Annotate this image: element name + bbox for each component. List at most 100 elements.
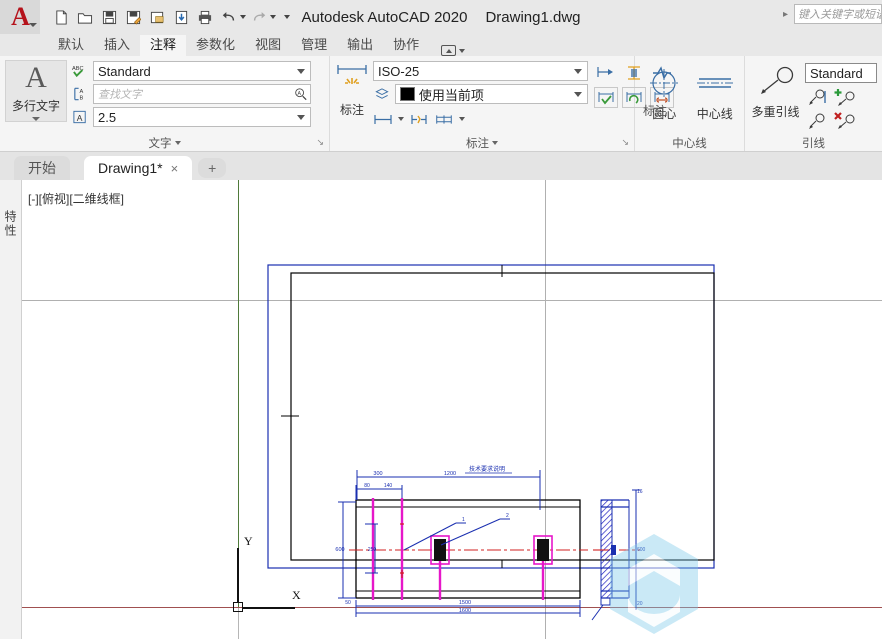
ucs-x-axis — [243, 607, 295, 609]
ribbon-tab-default[interactable]: 默认 — [48, 35, 94, 56]
dimension-style-value: ISO-25 — [378, 63, 420, 79]
export-icon[interactable] — [146, 6, 168, 28]
dimension-icon — [335, 62, 369, 97]
panel-leader: 多重引线 Standard 引线 — [745, 56, 882, 151]
add-leader-icon[interactable] — [805, 87, 829, 108]
quick-access-toolbar — [40, 6, 290, 28]
ribbon-tab-collaborate[interactable]: 协作 — [383, 35, 429, 56]
undo-icon[interactable] — [218, 6, 240, 28]
ucs-y-axis — [237, 548, 239, 603]
properties-palette-strip[interactable] — [0, 180, 22, 639]
redo-icon[interactable] — [248, 6, 270, 28]
panel-launcher-icon[interactable]: ↘ — [316, 137, 324, 148]
dimension-button[interactable]: 标注 — [335, 60, 369, 118]
app-title-text: Autodesk AutoCAD 2020 — [301, 8, 468, 26]
title-bar: A Autodesk AutoCAD 2020 Drawing1.dwg ▸ 键… — [0, 0, 882, 34]
save-icon[interactable] — [98, 6, 120, 28]
open-file-icon[interactable] — [74, 6, 96, 28]
cad-drawing[interactable]: 300 1200 80 140 技术要求说明 600 250 1 2 1500 … — [0, 180, 882, 639]
dimension-break-icon[interactable] — [409, 110, 429, 128]
multiline-text-button[interactable]: A 多行文字 — [5, 60, 67, 122]
text-height-combo[interactable]: 2.5 — [93, 107, 311, 127]
new-file-tab-button[interactable]: + — [198, 158, 227, 178]
svg-text:技术要求说明: 技术要求说明 — [469, 465, 505, 473]
ribbon-tab-output[interactable]: 输出 — [337, 35, 383, 56]
search-icon: A — [295, 88, 307, 101]
dimension-label: 标注 — [339, 103, 364, 117]
text-height-value: 2.5 — [98, 109, 117, 125]
chevron-down-icon[interactable] — [32, 117, 40, 121]
file-tab-drawing1[interactable]: Drawing1* × — [84, 156, 193, 180]
ucs-origin-square — [233, 602, 243, 612]
ribbon-tab-annotate[interactable]: 注释 — [140, 35, 187, 56]
find-text-input[interactable]: 查找文字 A — [93, 84, 311, 104]
multileader-button[interactable]: 多重引线 — [750, 62, 801, 120]
multiline-text-label: 多行文字 — [11, 99, 60, 113]
dimension-jog-line-icon[interactable] — [594, 62, 618, 83]
dimension-layer-combo[interactable]: 使用当前项 — [394, 84, 588, 104]
cloud-save-icon[interactable] — [170, 6, 192, 28]
panel-text: A 多行文字 ABC Standard A B 查找文字 A A 2.5 文字 … — [0, 56, 330, 151]
chevron-down-icon — [174, 140, 181, 145]
panel-title-text[interactable]: 文字 ↘ — [0, 134, 329, 151]
svg-text:B: B — [79, 96, 83, 102]
chevron-down-icon[interactable] — [398, 117, 404, 121]
panel-title-dimension[interactable]: 标注 ↘ — [330, 134, 634, 151]
dimension-style-combo[interactable]: ISO-25 — [373, 61, 588, 81]
ribbon-tab-insert[interactable]: 插入 — [94, 35, 140, 56]
svg-text:140: 140 — [384, 483, 393, 489]
svg-text:A: A — [79, 89, 83, 95]
text-a-icon: A — [25, 61, 47, 94]
find-text-icon: AB — [71, 85, 89, 103]
leader-style-combo[interactable]: Standard — [805, 63, 877, 83]
panel-text-label: 文字 — [148, 137, 172, 150]
chevron-down-icon[interactable] — [459, 117, 465, 121]
search-input[interactable]: 键入关键字或短语 — [794, 4, 882, 24]
svg-text:1: 1 — [462, 517, 465, 523]
redo-dropdown-icon[interactable] — [270, 15, 276, 19]
centerline-button[interactable]: 中心线 — [691, 64, 740, 122]
ribbon-tab-view[interactable]: 视图 — [245, 35, 291, 56]
search-expand-icon[interactable]: ▸ — [783, 9, 788, 20]
autocad-logo-icon: A — [11, 2, 30, 31]
panel-launcher-icon[interactable]: ↘ — [621, 137, 629, 148]
delete-leader-icon[interactable] — [833, 110, 857, 131]
text-style-combo[interactable]: Standard — [93, 61, 311, 81]
ribbon-tab-bar: 默认 插入 注释 参数化 视图 管理 输出 协作 — [0, 34, 882, 56]
svg-text:1500: 1500 — [459, 600, 471, 606]
add-leader-plus-icon[interactable] — [833, 87, 857, 108]
centerline-icon — [696, 68, 734, 103]
undo-dropdown-icon[interactable] — [240, 15, 246, 19]
ribbon-tab-parametric[interactable]: 参数化 — [186, 35, 245, 56]
properties-palette-label[interactable]: 特性 — [3, 210, 19, 238]
svg-text:80: 80 — [364, 483, 370, 489]
file-tab-start-label: 开始 — [28, 160, 56, 176]
dimension-spacing-icon[interactable] — [434, 110, 454, 128]
ribbon: A 多行文字 ABC Standard A B 查找文字 A A 2.5 文字 … — [0, 56, 882, 152]
panel-title-leader[interactable]: 引线 — [745, 134, 882, 151]
chevron-down-icon — [297, 114, 305, 120]
svg-text:300: 300 — [373, 471, 382, 477]
close-icon[interactable]: × — [171, 161, 179, 176]
ribbon-minimize-button[interactable] — [441, 45, 466, 56]
text-height-icon: A — [71, 108, 89, 126]
ucs-icon: Y X — [232, 528, 312, 618]
remove-leader-icon[interactable] — [805, 110, 829, 131]
customize-qat-icon[interactable] — [284, 15, 290, 19]
chevron-down-icon — [574, 91, 582, 97]
drawing-canvas[interactable]: [-][俯视][二维线框] 300 1200 80 140 技术要求说明 600… — [0, 180, 882, 639]
new-file-icon[interactable] — [50, 6, 72, 28]
panel-title-centerline[interactable]: 中心线 — [635, 134, 744, 151]
application-menu-button[interactable]: A — [0, 0, 40, 34]
quick-dimension-icon[interactable] — [373, 110, 393, 128]
watermark-logo — [610, 534, 698, 634]
multileader-icon — [755, 66, 797, 101]
save-as-icon[interactable] — [122, 6, 144, 28]
plot-icon[interactable] — [194, 6, 216, 28]
ucs-x-label: X — [292, 588, 301, 602]
ucs-y-label: Y — [244, 534, 253, 548]
chevron-down-icon — [297, 68, 305, 74]
dimension-check-icon[interactable] — [594, 87, 618, 108]
ribbon-tab-manage[interactable]: 管理 — [291, 35, 337, 56]
file-tab-start[interactable]: 开始 — [14, 156, 70, 180]
